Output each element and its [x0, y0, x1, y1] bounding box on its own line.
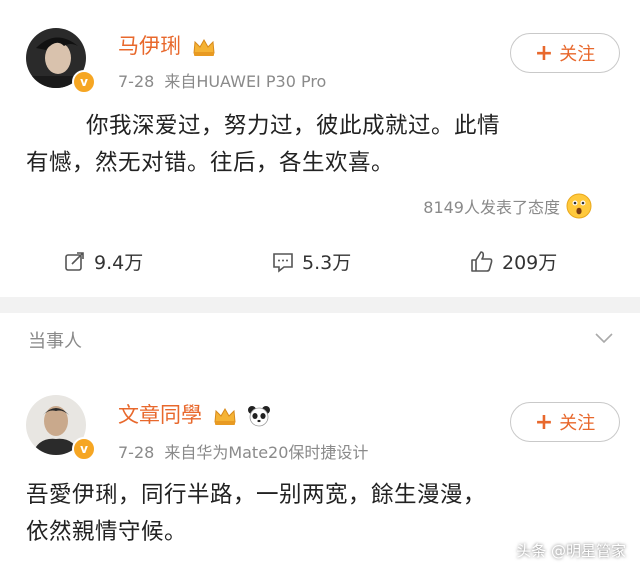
comment-icon: [273, 252, 293, 273]
repost-icon: [65, 251, 84, 271]
post-content: 吾愛伊琍，同行半路，一别两宽，餘生漫漫， 依然親情守候。: [26, 477, 486, 551]
post-date: 7-28: [118, 443, 155, 462]
post-meta: 7-28 来自HUAWEI P30 Pro: [118, 68, 326, 92]
content-line: 你我深爱过，努力过，彼此成就过。此情: [86, 113, 501, 139]
comment-count: 5.3万: [302, 252, 352, 274]
watermark: 头条 @明星管家: [516, 542, 626, 560]
username[interactable]: 文章同學: [118, 399, 271, 429]
separator: [0, 297, 640, 313]
like-button[interactable]: 209万: [470, 248, 557, 275]
like-icon: [471, 250, 493, 272]
action-bar: 9.4万 5.3万 209万: [0, 248, 640, 288]
comment-button[interactable]: 5.3万: [272, 248, 351, 275]
repost-count: 9.4万: [94, 252, 144, 274]
crown-icon: [214, 407, 236, 425]
content-line: 有憾，然无对错。往后，各生欢喜。: [26, 150, 395, 176]
username[interactable]: 马伊琍: [118, 30, 216, 60]
username-text[interactable]: 文章同學: [118, 403, 202, 427]
post-meta: 7-28 来自华为Mate20保时捷设计: [118, 439, 368, 463]
content-line: 吾愛伊琍，同行半路，一别两宽，餘生漫漫，: [26, 482, 487, 508]
username-text[interactable]: 马伊琍: [118, 34, 181, 58]
follow-label: 关注: [559, 413, 596, 434]
post-card: v 马伊琍 7-28 来自HUAWEI P30 Pro + 关注 你我深爱过，努力过…: [0, 0, 640, 297]
content-line: 依然親情守候。: [26, 519, 188, 545]
follow-button[interactable]: + 关注: [510, 33, 620, 73]
post-content: 你我深爱过，努力过，彼此成就过。此情 有憾，然无对错。往后，各生欢喜。: [26, 108, 501, 182]
post-date: 7-28: [118, 72, 155, 91]
repost-button[interactable]: 9.4万: [64, 248, 143, 275]
plus-icon: +: [534, 40, 554, 66]
chevron-down-icon[interactable]: [594, 331, 614, 345]
post-source: 来自华为Mate20保时捷设计: [164, 443, 369, 462]
surprised-emoji-icon: [566, 193, 592, 219]
verified-badge-icon: v: [72, 437, 96, 461]
section-header[interactable]: 当事人: [0, 313, 640, 366]
section-label: 当事人: [28, 331, 82, 352]
like-count: 209万: [502, 252, 558, 274]
crown-icon: [193, 38, 215, 56]
reactions-summary[interactable]: 8149人发表了态度: [423, 193, 592, 219]
plus-icon: +: [534, 409, 554, 435]
follow-label: 关注: [559, 44, 596, 65]
panda-icon: [248, 406, 271, 427]
post-source: 来自HUAWEI P30 Pro: [164, 72, 327, 91]
reactions-text: 8149人发表了态度: [423, 198, 560, 217]
follow-button[interactable]: + 关注: [510, 402, 620, 442]
verified-badge-icon: v: [72, 70, 96, 94]
